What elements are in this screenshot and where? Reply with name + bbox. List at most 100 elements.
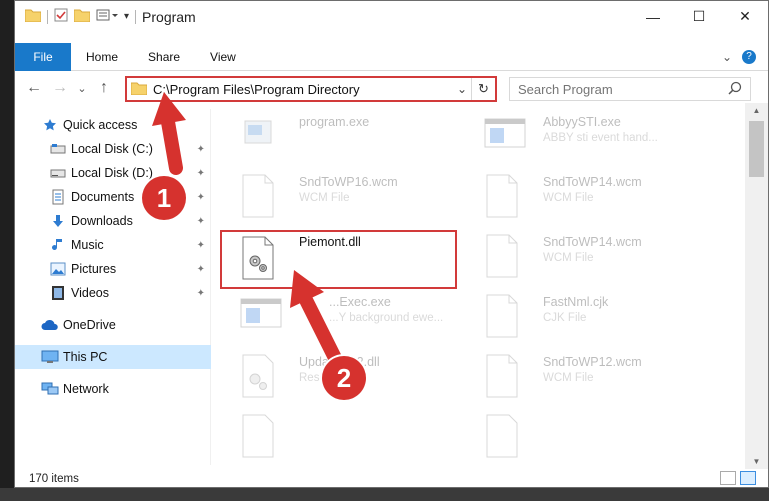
close-button[interactable]: ✕ bbox=[722, 1, 768, 32]
sidebar-item-onedrive[interactable]: OneDrive bbox=[15, 313, 211, 337]
documents-icon bbox=[49, 189, 67, 205]
pin-icon[interactable]: ✦ bbox=[197, 216, 205, 227]
file-name: SndToWP16.wcm bbox=[299, 175, 398, 189]
forward-button[interactable]: → bbox=[47, 79, 73, 97]
drive-icon bbox=[49, 165, 67, 181]
window-controls: — ☐ ✕ bbox=[630, 1, 768, 32]
network-icon bbox=[41, 381, 59, 397]
scroll-down-icon[interactable]: ▼ bbox=[745, 457, 768, 466]
file-description: WCM File bbox=[543, 372, 594, 384]
minimize-button[interactable]: — bbox=[630, 1, 676, 32]
sidebar-item-label: Videos bbox=[71, 286, 109, 300]
vertical-scrollbar[interactable]: ▲ ▼ bbox=[745, 103, 768, 469]
sidebar-item-label: Quick access bbox=[63, 118, 138, 132]
address-path[interactable]: C:\Program Files\Program Directory bbox=[153, 82, 360, 97]
sidebar-item-music[interactable]: Music ✦ bbox=[15, 233, 211, 257]
pin-icon[interactable]: ✦ bbox=[197, 240, 205, 251]
dropdown-arrow-icon[interactable]: ▾ bbox=[124, 11, 129, 22]
desktop-background bbox=[0, 0, 14, 501]
sidebar-item-quick-access[interactable]: Quick access bbox=[15, 113, 211, 137]
folder-icon bbox=[130, 81, 148, 98]
toolbar-divider bbox=[135, 9, 137, 24]
details-view-icon[interactable] bbox=[720, 471, 736, 485]
target-file-highlight bbox=[220, 230, 457, 289]
refresh-button[interactable]: ↻ bbox=[471, 78, 495, 100]
file-icon bbox=[483, 173, 521, 219]
search-input[interactable] bbox=[518, 81, 728, 97]
sidebar-item-downloads[interactable]: Downloads ✦ bbox=[15, 209, 211, 233]
sidebar-item-label: OneDrive bbox=[63, 318, 116, 332]
navigation-bar: ← → ⌄ ↑ C:\Program Files\Program Directo… bbox=[15, 73, 768, 103]
videos-icon bbox=[49, 285, 67, 301]
maximize-button[interactable]: ☐ bbox=[676, 1, 722, 32]
drive-icon bbox=[49, 141, 67, 157]
pin-icon[interactable]: ✦ bbox=[197, 192, 205, 203]
sidebar-item-this-pc[interactable]: This PC bbox=[15, 345, 211, 369]
new-folder-icon[interactable] bbox=[73, 8, 91, 25]
quick-access-toolbar: ▾ bbox=[15, 8, 137, 25]
file-item[interactable]: FastNml.cjk CJK File bbox=[477, 289, 717, 345]
file-icon bbox=[239, 413, 277, 459]
sidebar-item-pictures[interactable]: Pictures ✦ bbox=[15, 257, 211, 281]
help-icon[interactable]: ? bbox=[742, 50, 756, 64]
address-bar[interactable]: C:\Program Files\Program Directory ⌄ ↻ bbox=[125, 76, 497, 102]
file-item[interactable]: SndToWP16.wcm WCM File bbox=[233, 169, 473, 225]
sidebar-item-network[interactable]: Network bbox=[15, 377, 211, 401]
sidebar-item-label: Network bbox=[63, 382, 109, 396]
recent-locations-button[interactable]: ⌄ bbox=[73, 82, 91, 95]
properties-icon[interactable] bbox=[54, 8, 68, 25]
file-item[interactable] bbox=[233, 409, 473, 465]
search-box[interactable] bbox=[509, 77, 751, 101]
pin-icon[interactable]: ✦ bbox=[197, 144, 205, 155]
taskbar-edge bbox=[0, 488, 769, 501]
scrollbar-thumb[interactable] bbox=[749, 121, 764, 177]
file-name: SndToWP14.wcm bbox=[543, 235, 642, 249]
search-icon[interactable] bbox=[728, 81, 742, 98]
tab-home[interactable]: Home bbox=[71, 43, 133, 71]
up-button[interactable]: ↑ bbox=[91, 79, 117, 97]
download-icon bbox=[49, 213, 67, 229]
status-bar: 170 items bbox=[15, 469, 768, 487]
file-description: WCM File bbox=[543, 252, 594, 264]
tab-share[interactable]: Share bbox=[133, 43, 195, 71]
folder-icon bbox=[24, 8, 42, 25]
file-icon bbox=[483, 233, 521, 279]
tab-file[interactable]: File bbox=[15, 42, 71, 71]
file-item[interactable] bbox=[477, 409, 717, 465]
scroll-up-icon[interactable]: ▲ bbox=[745, 106, 768, 115]
dll-gear-icon bbox=[239, 353, 277, 399]
sidebar-item-label: Documents bbox=[71, 190, 135, 204]
file-icon bbox=[483, 413, 521, 459]
file-description: ...Y background ewe... bbox=[329, 312, 444, 324]
pin-icon[interactable]: ✦ bbox=[197, 264, 205, 275]
cloud-icon bbox=[41, 317, 59, 333]
file-item[interactable]: program.exe bbox=[233, 109, 473, 165]
file-item[interactable]: AbbyySTI.exe ABBY sti event hand... bbox=[477, 109, 717, 165]
file-item[interactable]: SndToWP14.wcm WCM File bbox=[477, 229, 717, 285]
expand-ribbon-icon[interactable]: ⌄ bbox=[722, 50, 732, 64]
file-item[interactable]: SndToWP14.wcm WCM File bbox=[477, 169, 717, 225]
file-icon bbox=[483, 353, 521, 399]
pin-icon[interactable]: ✦ bbox=[197, 288, 205, 299]
ribbon-right-controls: ⌄ ? bbox=[722, 43, 756, 71]
sidebar-item-label: Downloads bbox=[71, 214, 133, 228]
ribbon-tabs: File Home Share View ⌄ ? bbox=[15, 42, 768, 71]
customize-toolbar-icon[interactable] bbox=[96, 8, 118, 25]
file-item[interactable]: ...Exec.exe ...Y background ewe... bbox=[233, 289, 473, 345]
step-2-badge: 2 bbox=[322, 356, 366, 400]
sidebar-item-local-disk-c[interactable]: Local Disk (C:) ✦ bbox=[15, 137, 211, 161]
pin-icon[interactable]: ✦ bbox=[197, 168, 205, 179]
sidebar-item-local-disk-d[interactable]: Local Disk (D:) ✦ bbox=[15, 161, 211, 185]
sidebar-item-label: Local Disk (D:) bbox=[71, 166, 153, 180]
address-dropdown-button[interactable]: ⌄ bbox=[457, 82, 467, 96]
file-name: FastNml.cjk bbox=[543, 295, 609, 309]
tab-view[interactable]: View bbox=[195, 43, 251, 71]
back-button[interactable]: ← bbox=[21, 79, 47, 97]
sidebar-item-label: This PC bbox=[63, 350, 108, 364]
file-description: CJK File bbox=[543, 312, 587, 324]
tiles-view-icon[interactable] bbox=[740, 471, 756, 485]
file-item[interactable]: SndToWP12.wcm WCM File bbox=[477, 349, 717, 405]
app-window-icon bbox=[483, 113, 526, 159]
sidebar-item-videos[interactable]: Videos ✦ bbox=[15, 281, 211, 305]
file-name: AbbyySTI.exe bbox=[543, 115, 621, 129]
